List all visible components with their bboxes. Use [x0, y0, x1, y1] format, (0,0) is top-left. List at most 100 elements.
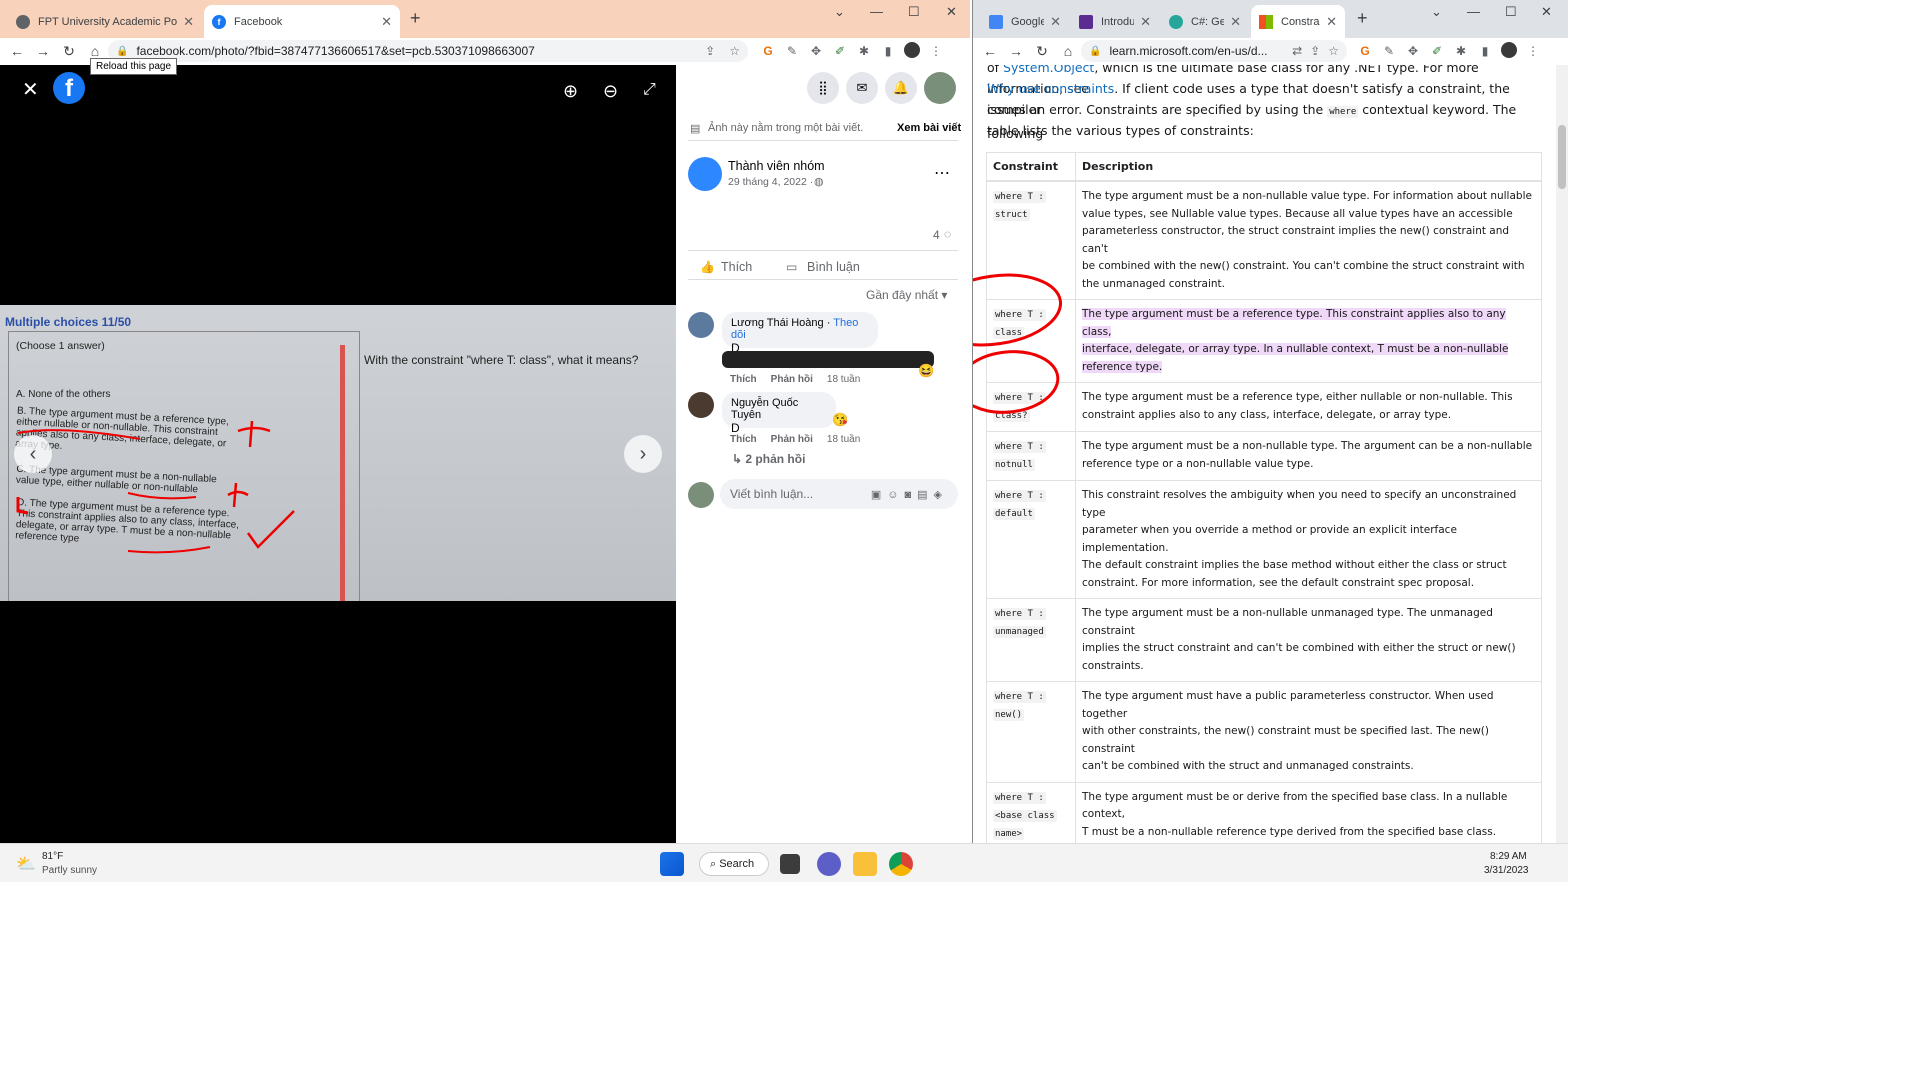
chrome-icon[interactable]: [889, 852, 913, 876]
close-window-button[interactable]: ✕: [946, 4, 957, 20]
weather-icon[interactable]: ⛅: [16, 854, 36, 874]
comment-reply[interactable]: Phản hồi: [771, 374, 813, 385]
extension-dropper-icon[interactable]: ✐: [828, 44, 852, 58]
sort-dropdown[interactable]: Gần đây nhất ▾: [866, 288, 947, 302]
zoom-out-icon[interactable]: ⊖: [603, 81, 618, 102]
comment-time[interactable]: 18 tuần: [827, 374, 860, 385]
chevron-down-icon[interactable]: ⌄: [1431, 4, 1442, 20]
extension-move-icon[interactable]: ✥: [804, 44, 828, 58]
tab-constraints[interactable]: Constrain ✕: [1251, 5, 1345, 38]
next-photo-button[interactable]: ›: [624, 435, 662, 473]
view-replies[interactable]: ↳ 2 phản hồi: [732, 452, 805, 466]
fullscreen-icon[interactable]: ⤢: [643, 81, 656, 99]
commenter-avatar[interactable]: [688, 312, 714, 338]
extensions-puzzle-icon[interactable]: ✱: [852, 44, 876, 58]
new-tab-button[interactable]: +: [410, 8, 421, 29]
group-member-avatar[interactable]: [688, 157, 722, 191]
extension-move-icon[interactable]: ✥: [1401, 44, 1425, 58]
minimize-button[interactable]: —: [870, 4, 883, 19]
side-panel-icon[interactable]: ▮: [876, 44, 900, 58]
prev-photo-button[interactable]: ‹: [14, 435, 52, 473]
tab-facebook[interactable]: f Facebook ✕: [204, 5, 400, 38]
profile-avatar[interactable]: [900, 41, 924, 61]
like-button[interactable]: Thích: [721, 260, 752, 274]
tab-google-docs[interactable]: Google D ✕: [981, 5, 1069, 38]
menu-grid-icon[interactable]: ⣿: [807, 72, 839, 104]
teams-chat-icon[interactable]: [817, 852, 841, 876]
maximize-button[interactable]: ☐: [908, 4, 920, 20]
extension-dropper-icon[interactable]: ✐: [1425, 44, 1449, 58]
reload-icon[interactable]: ↻: [56, 43, 82, 60]
minimize-button[interactable]: —: [1467, 4, 1480, 19]
extension-pen-icon[interactable]: ✎: [780, 44, 804, 58]
forward-arrow-icon[interactable]: →: [1003, 43, 1029, 59]
view-post-link[interactable]: Xem bài viết: [897, 122, 961, 134]
extension-pen-icon[interactable]: ✎: [1377, 44, 1401, 58]
extensions-puzzle-icon[interactable]: ✱: [1449, 44, 1473, 58]
commenter-avatar[interactable]: [688, 392, 714, 418]
comment-time[interactable]: 18 tuần: [827, 434, 860, 445]
tab-introduction[interactable]: Introduc ✕: [1071, 5, 1159, 38]
back-arrow-icon[interactable]: ←: [4, 43, 30, 59]
address-bar[interactable]: 🔒 learn.microsoft.com/en-us/d... ⇄ ⇪ ☆: [1081, 40, 1347, 62]
close-window-button[interactable]: ✕: [1541, 4, 1552, 20]
post-author[interactable]: Thành viên nhóm: [728, 159, 825, 173]
post-date[interactable]: 29 tháng 4, 2022 ·: [728, 176, 813, 188]
my-avatar[interactable]: [688, 482, 714, 508]
notifications-bell-icon[interactable]: 🔔: [885, 72, 917, 104]
extension-g-icon[interactable]: G: [756, 44, 780, 58]
star-icon[interactable]: ☆: [1328, 44, 1339, 58]
weather-temp[interactable]: 81°F: [42, 851, 63, 862]
profile-avatar[interactable]: [924, 72, 956, 104]
windows-start-icon[interactable]: [660, 852, 684, 876]
comment-input[interactable]: Viết bình luận... ▣☺◙▤◈: [720, 479, 958, 509]
system-object-link[interactable]: System.Object: [1003, 65, 1094, 75]
side-panel-icon[interactable]: ▮: [1473, 44, 1497, 58]
reload-icon[interactable]: ↻: [1029, 43, 1055, 60]
comment-button[interactable]: Bình luận: [807, 260, 860, 274]
comment-author-name[interactable]: Nguyễn Quốc Tuyên: [731, 397, 827, 421]
tab-fpt-portal[interactable]: FPT University Academic Portal ✕: [8, 5, 202, 38]
clock-time[interactable]: 8:29 AM: [1490, 851, 1527, 862]
menu-dots-icon[interactable]: ⋮: [1521, 44, 1545, 58]
profile-avatar[interactable]: [1497, 41, 1521, 61]
comment-reply[interactable]: Phản hồi: [771, 434, 813, 445]
extension-g-icon[interactable]: G: [1353, 44, 1377, 58]
close-icon[interactable]: ✕: [183, 14, 194, 30]
star-icon[interactable]: ☆: [729, 44, 740, 58]
comment-like[interactable]: Thích: [730, 434, 757, 445]
comment-image[interactable]: [722, 351, 934, 368]
menu-dots-icon[interactable]: ⋮: [924, 44, 948, 58]
close-icon[interactable]: ✕: [1326, 14, 1337, 30]
close-icon[interactable]: ✕: [381, 14, 392, 30]
scrollbar-thumb[interactable]: [1558, 125, 1566, 189]
share-icon[interactable]: ⇪: [1310, 44, 1320, 58]
comment-count[interactable]: 4: [933, 228, 940, 242]
tab-csharp-generics[interactable]: C#: Gene ✕: [1161, 5, 1249, 38]
comment-author[interactable]: Lương Thái Hoàng · Theo dõi: [731, 317, 869, 341]
home-icon[interactable]: ⌂: [1055, 43, 1081, 59]
new-tab-button[interactable]: +: [1357, 8, 1368, 29]
translate-icon[interactable]: ⇄: [1292, 44, 1302, 58]
close-icon[interactable]: ✕: [1050, 14, 1061, 30]
messenger-icon[interactable]: ✉: [846, 72, 878, 104]
clock-date[interactable]: 3/31/2023: [1484, 865, 1529, 876]
facebook-logo[interactable]: f: [53, 72, 85, 104]
more-options-icon[interactable]: ⋯: [934, 163, 950, 183]
home-icon[interactable]: ⌂: [82, 43, 108, 59]
taskbar-search[interactable]: ⌕ Search: [699, 852, 769, 876]
chevron-down-icon[interactable]: ⌄: [834, 4, 845, 20]
zoom-in-icon[interactable]: ⊕: [563, 81, 578, 102]
weather-desc[interactable]: Partly sunny: [42, 865, 97, 876]
share-icon[interactable]: ⇪: [705, 44, 715, 58]
close-icon[interactable]: ✕: [1140, 14, 1151, 30]
comment-author-name[interactable]: Lương Thái Hoàng: [731, 317, 824, 329]
scrollbar[interactable]: [1556, 65, 1568, 843]
task-view-icon[interactable]: [780, 854, 800, 874]
close-icon[interactable]: ✕: [1230, 14, 1241, 30]
comment-input-icons[interactable]: ▣☺◙▤◈: [871, 488, 948, 501]
address-bar[interactable]: 🔒 facebook.com/photo/?fbid=3874771366065…: [108, 40, 748, 62]
forward-arrow-icon[interactable]: →: [30, 43, 56, 59]
back-arrow-icon[interactable]: ←: [977, 43, 1003, 59]
comment-like[interactable]: Thích: [730, 374, 757, 385]
